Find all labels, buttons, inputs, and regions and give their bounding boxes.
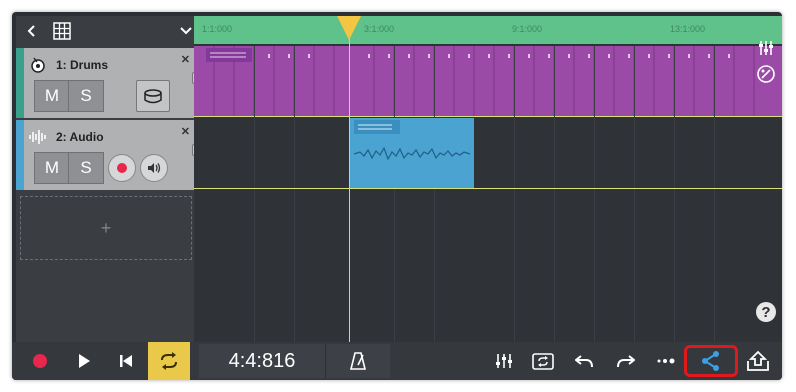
track-list-header <box>16 16 206 46</box>
gridline <box>634 46 635 342</box>
play-icon[interactable] <box>68 342 100 380</box>
ruler-label: 3:1:000 <box>364 24 395 34</box>
ruler-label: 13:1:000 <box>670 24 706 34</box>
audio-clip[interactable] <box>350 118 474 188</box>
loop-icon[interactable] <box>148 342 190 380</box>
track-color-stripe <box>16 120 24 190</box>
solo-button[interactable]: S <box>68 152 104 184</box>
track-name: 1: Drums <box>56 58 109 72</box>
transport-bar: 4:4:816 <box>12 342 782 380</box>
mute-button[interactable]: M <box>34 80 70 112</box>
drum-kit-icon[interactable] <box>136 80 170 112</box>
gridline <box>294 46 295 342</box>
add-track-button[interactable]: + <box>20 196 192 260</box>
drums-lane[interactable] <box>194 46 782 116</box>
sync-icon[interactable] <box>528 342 558 380</box>
help-icon[interactable]: ? <box>756 302 776 322</box>
ruler-label: 1:1:000 <box>202 24 233 34</box>
app-window: 1: Drums ✕ M S 2: Audio ✕ M S + 1:1:000 … <box>12 12 782 380</box>
track-audio[interactable]: 2: Audio ✕ M S <box>16 120 198 190</box>
track-drums[interactable]: 1: Drums ✕ M S <box>16 48 198 118</box>
share-highlight-box <box>684 345 738 377</box>
drums-icon <box>28 55 48 75</box>
gridline <box>254 46 255 342</box>
gridline <box>714 46 715 342</box>
gridline <box>514 46 515 342</box>
gridline <box>394 46 395 342</box>
ruler-label: 9:1:000 <box>512 24 543 34</box>
solo-button[interactable]: S <box>68 80 104 112</box>
time-display[interactable]: 4:4:816 <box>199 344 325 378</box>
playhead[interactable] <box>349 16 350 342</box>
metronome-icon[interactable] <box>325 344 390 378</box>
grid-icon[interactable] <box>50 19 74 43</box>
timeline-area[interactable]: 1:1:000 3:1:000 9:1:000 13:1:000 ? <box>194 16 782 342</box>
timeline-ruler[interactable]: 1:1:000 3:1:000 9:1:000 13:1:000 <box>194 16 782 44</box>
sliders-icon[interactable] <box>490 342 518 380</box>
piano-icon[interactable] <box>756 64 776 84</box>
speaker-icon[interactable] <box>140 154 168 182</box>
close-icon[interactable]: ✕ <box>181 53 190 66</box>
audio-wave-icon <box>28 127 48 147</box>
export-icon[interactable] <box>742 342 774 380</box>
chevron-left-icon[interactable] <box>20 19 44 43</box>
track-color-stripe <box>16 48 24 118</box>
close-icon[interactable]: ✕ <box>181 125 190 138</box>
gridline <box>594 46 595 342</box>
mute-button[interactable]: M <box>34 152 70 184</box>
gridline <box>554 46 555 342</box>
gridline <box>434 46 435 342</box>
record-icon[interactable] <box>24 342 56 380</box>
track-list-panel: 1: Drums ✕ M S 2: Audio ✕ M S + <box>16 16 206 342</box>
undo-icon[interactable] <box>570 342 598 380</box>
redo-icon[interactable] <box>612 342 640 380</box>
playhead-marker[interactable] <box>337 16 361 40</box>
more-icon[interactable] <box>652 342 680 380</box>
record-arm-icon[interactable] <box>108 154 136 182</box>
skip-back-icon[interactable] <box>110 342 142 380</box>
lane-divider <box>194 188 782 189</box>
gridline <box>674 46 675 342</box>
mixer-icon[interactable] <box>756 38 776 58</box>
lane-divider <box>194 116 782 117</box>
track-name: 2: Audio <box>56 130 104 144</box>
